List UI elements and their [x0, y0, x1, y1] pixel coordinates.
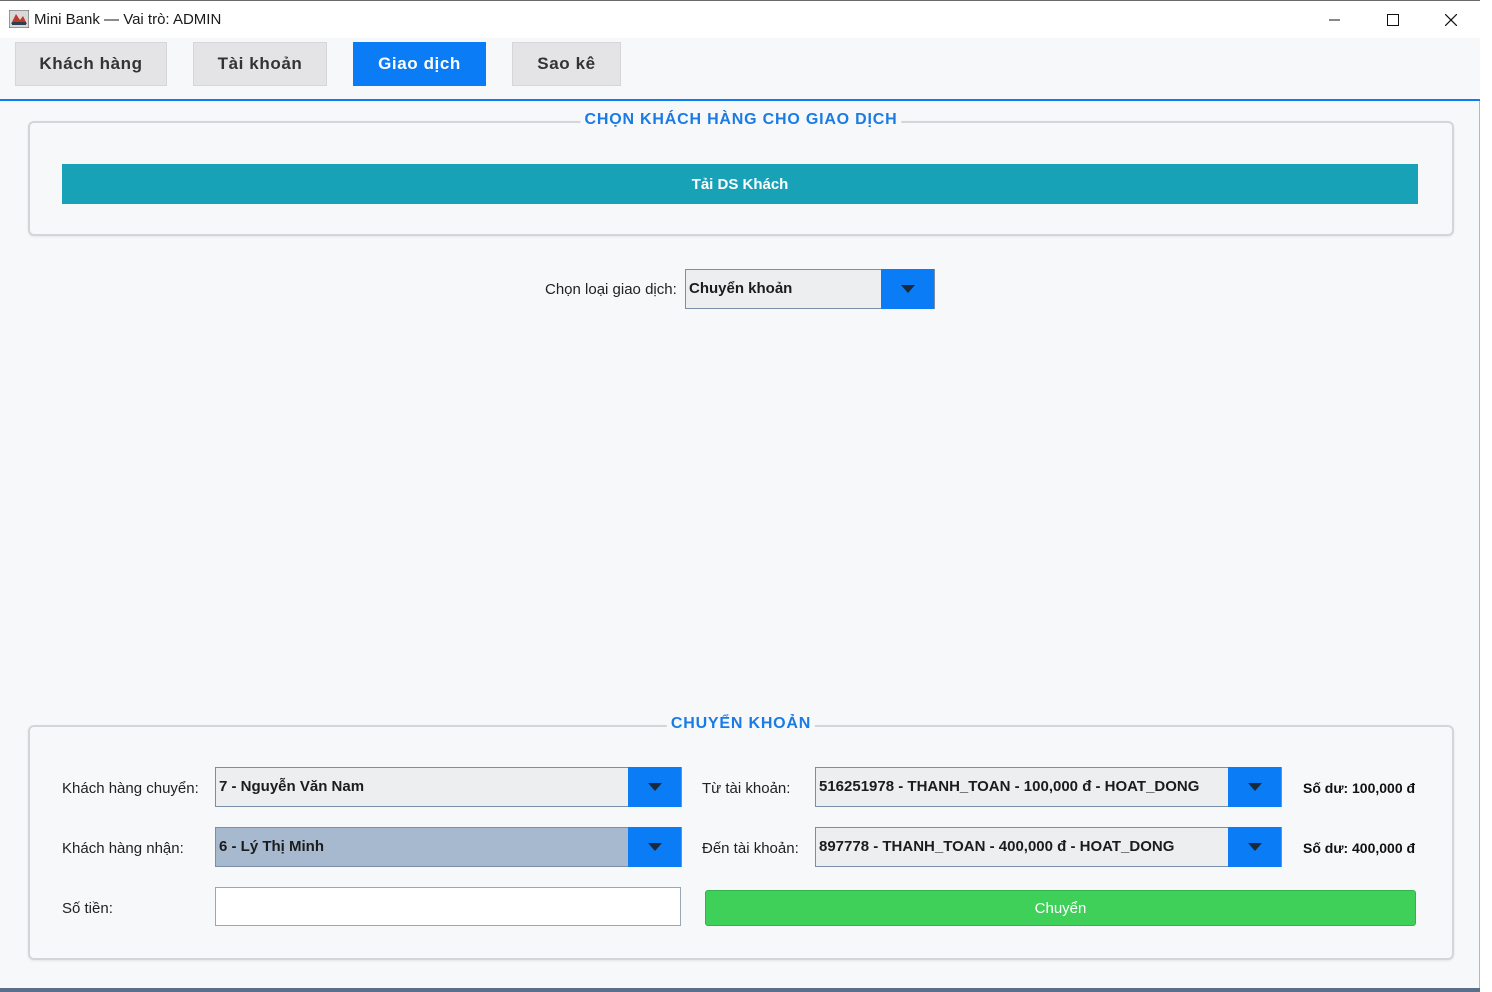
from-balance: Số dư: 100,000 đ: [1303, 780, 1416, 796]
transaction-type-select[interactable]: Chuyển khoản: [685, 269, 935, 309]
to-balance: Số dư: 400,000 đ: [1303, 840, 1416, 856]
dropdown-button[interactable]: [881, 269, 934, 309]
to-account-value: 897778 - THANH_TOAN - 400,000 đ - HOAT_D…: [819, 838, 1175, 855]
maximize-button[interactable]: [1364, 1, 1422, 39]
customer-select-panel: CHỌN KHÁCH HÀNG CHO GIAO DỊCH Tải DS Khá…: [28, 111, 1454, 236]
tab-khach-hang[interactable]: Khách hàng: [15, 42, 167, 86]
bottom-edge: [0, 988, 1480, 992]
transaction-type-value: Chuyển khoản: [689, 280, 793, 297]
transaction-type-label: Chọn loại giao dịch:: [545, 281, 677, 298]
window-title: Mini Bank — Vai trò: ADMIN: [34, 11, 222, 28]
dropdown-button[interactable]: [628, 767, 681, 807]
amount-label: Số tiền:: [62, 900, 113, 917]
receiver-customer-select[interactable]: 6 - Lý Thị Minh: [215, 827, 682, 867]
panel-title: CHỌN KHÁCH HÀNG CHO GIAO DỊCH: [580, 111, 902, 129]
sender-label: Khách hàng chuyển:: [62, 780, 199, 797]
tab-bar: Khách hàng Tài khoản Giao dịch Sao kê: [0, 38, 1480, 100]
close-icon: [1445, 14, 1457, 26]
app-window: Mini Bank — Vai trò: ADMIN Khách hàng Tà…: [0, 0, 1480, 992]
close-button[interactable]: [1422, 1, 1480, 39]
dropdown-button[interactable]: [628, 827, 681, 867]
from-account-select[interactable]: 516251978 - THANH_TOAN - 100,000 đ - HOA…: [815, 767, 1282, 807]
tab-tai-khoan[interactable]: Tài khoản: [193, 42, 327, 86]
from-account-value: 516251978 - THANH_TOAN - 100,000 đ - HOA…: [819, 778, 1200, 795]
to-account-label: Đến tài khoản:: [702, 840, 799, 857]
tab-giao-dich[interactable]: Giao dịch: [353, 42, 486, 86]
tab-sao-ke[interactable]: Sao kê: [512, 42, 621, 86]
load-customers-button[interactable]: Tải DS Khách: [62, 164, 1418, 204]
to-account-select[interactable]: 897778 - THANH_TOAN - 400,000 đ - HOAT_D…: [815, 827, 1282, 867]
panel-title: CHUYỂN KHOẢN: [666, 715, 816, 733]
chevron-down-icon: [900, 285, 915, 293]
dropdown-button[interactable]: [1228, 827, 1281, 867]
amount-input[interactable]: [215, 887, 681, 926]
chevron-down-icon: [1247, 843, 1262, 851]
from-account-label: Từ tài khoản:: [702, 780, 791, 797]
sender-customer-value: 7 - Nguyễn Văn Nam: [219, 778, 365, 795]
tab-underline: [0, 99, 1480, 101]
minimize-icon: [1329, 19, 1340, 21]
dropdown-button[interactable]: [1228, 767, 1281, 807]
chevron-down-icon: [647, 783, 662, 791]
app-icon: [8, 9, 30, 29]
minimize-button[interactable]: [1306, 1, 1364, 39]
maximize-icon: [1387, 14, 1399, 26]
title-bar: Mini Bank — Vai trò: ADMIN: [0, 0, 1480, 38]
receiver-label: Khách hàng nhận:: [62, 840, 184, 857]
chevron-down-icon: [1247, 783, 1262, 791]
sender-customer-select[interactable]: 7 - Nguyễn Văn Nam: [215, 767, 682, 807]
receiver-customer-value: 6 - Lý Thị Minh: [219, 838, 324, 855]
transfer-submit-button[interactable]: Chuyển: [705, 890, 1416, 926]
chevron-down-icon: [647, 843, 662, 851]
